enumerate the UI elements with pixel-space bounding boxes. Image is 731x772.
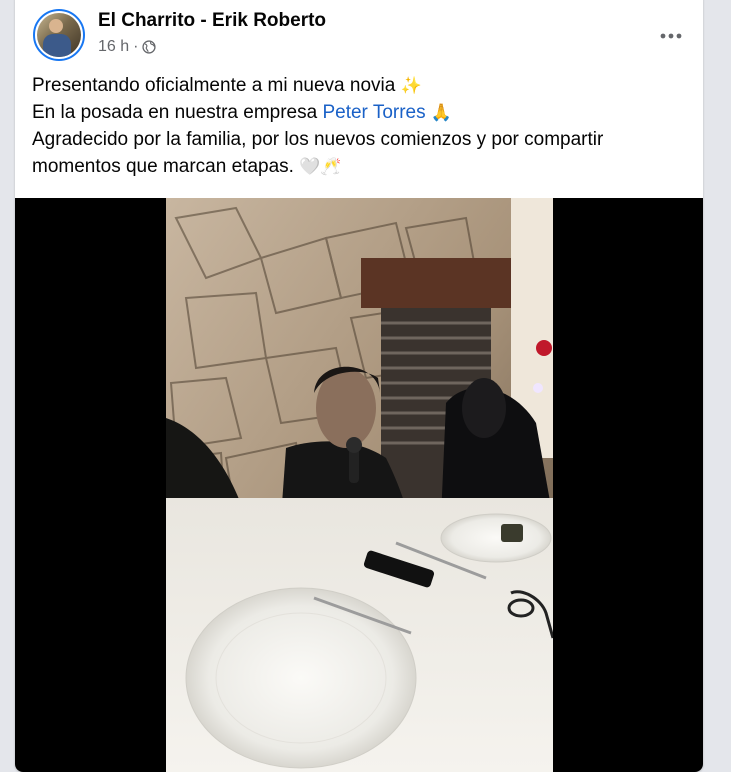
mention-link[interactable]: Peter Torres xyxy=(322,102,425,123)
author-avatar[interactable] xyxy=(33,9,85,61)
post-text-line-1: Presentando oficialmente a mi nueva novi… xyxy=(32,72,692,99)
post-text: Presentando oficialmente a mi nueva novi… xyxy=(32,72,692,180)
video-still-image xyxy=(166,198,553,772)
post-video[interactable] xyxy=(15,198,703,772)
post-text-line-2: En la posada en nuestra empresa Peter To… xyxy=(32,99,692,126)
author-name[interactable]: El Charrito - Erik Roberto xyxy=(98,10,326,32)
meta-separator: · xyxy=(133,38,139,55)
post-meta: 16 h · xyxy=(98,38,157,56)
globe-icon[interactable] xyxy=(142,40,157,54)
more-options-button[interactable] xyxy=(653,18,689,54)
post-text-line-3: Agradecido por la familia, por los nuevo… xyxy=(32,129,604,150)
video-frame xyxy=(166,198,553,772)
more-options-icon xyxy=(660,33,682,39)
post-text-line-2-text: En la posada en nuestra empresa xyxy=(32,102,318,123)
sparkles-emoji: ✨ xyxy=(400,76,422,95)
heart-cheers-emoji: 🤍🥂 xyxy=(299,157,342,176)
post-text-line-4: momentos que marcan etapas. 🤍🥂 xyxy=(32,153,692,180)
pray-emoji: 🙏 xyxy=(430,103,453,122)
post-text-line-1-text: Presentando oficialmente a mi nueva novi… xyxy=(32,75,396,96)
post-timestamp[interactable]: 16 h xyxy=(98,38,129,56)
avatar-image xyxy=(37,13,81,57)
post-text-line-4-text: momentos que marcan etapas. xyxy=(32,156,294,177)
post-card: El Charrito - Erik Roberto 16 h · Presen… xyxy=(15,0,703,772)
